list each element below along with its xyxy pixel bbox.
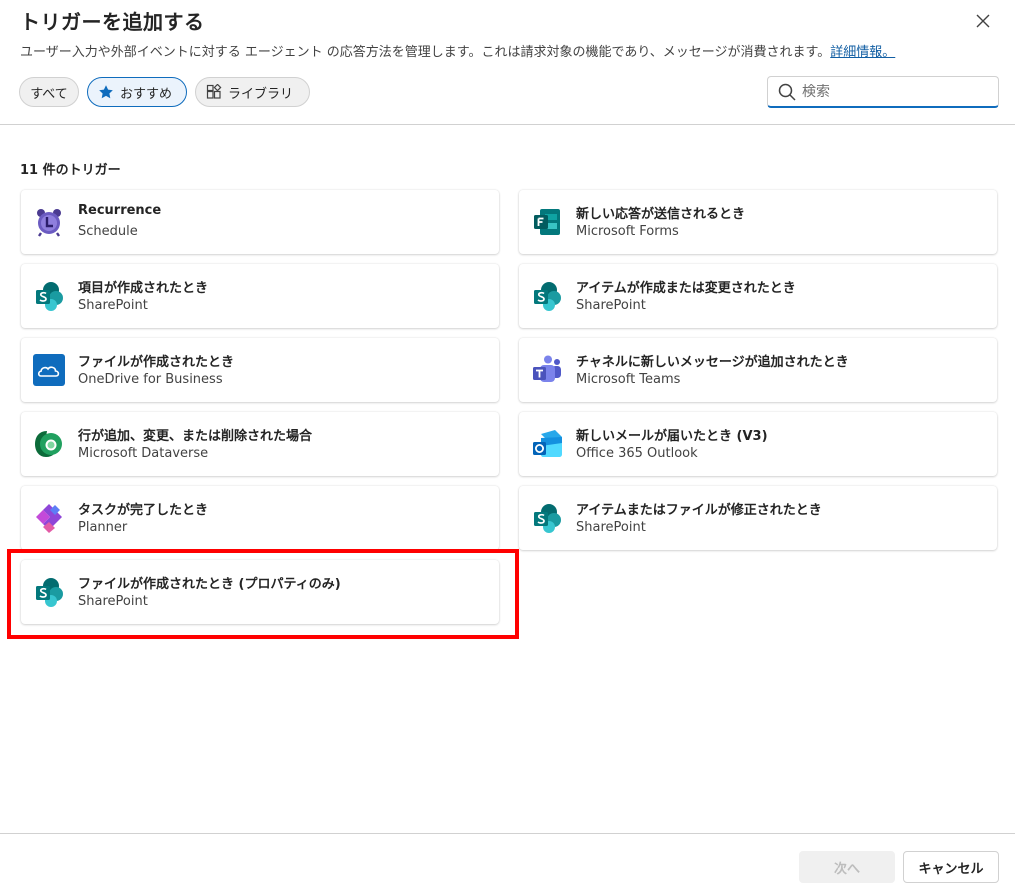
dataverse-icon bbox=[35, 431, 62, 457]
next-button[interactable]: 次へ bbox=[799, 851, 895, 883]
outlook-icon bbox=[533, 430, 562, 457]
trigger-name: アイテムが作成または変更されたとき bbox=[576, 281, 796, 296]
header-divider bbox=[0, 124, 1015, 125]
filter-recommended-label: おすすめ bbox=[120, 86, 173, 102]
trigger-connector: Schedule bbox=[78, 224, 138, 239]
filter-all[interactable]: すべて bbox=[19, 77, 79, 107]
trigger-name: タスクが完了したとき bbox=[78, 503, 209, 518]
alarm-clock-icon bbox=[37, 209, 61, 237]
search-icon bbox=[778, 83, 796, 101]
trigger-count: 11 件のトリガー bbox=[20, 163, 121, 178]
sharepoint-icon bbox=[534, 282, 561, 311]
close-icon bbox=[976, 14, 990, 28]
star-icon bbox=[99, 85, 113, 99]
search-box[interactable] bbox=[767, 76, 999, 108]
trigger-name: 行が追加、変更、または削除された場合 bbox=[78, 429, 313, 444]
sharepoint-icon bbox=[36, 282, 63, 311]
trigger-card[interactable]: 項目が作成されたとき SharePoint bbox=[21, 264, 499, 328]
filter-all-label: すべて bbox=[30, 86, 68, 102]
trigger-card[interactable]: タスクが完了したとき Planner bbox=[21, 486, 499, 550]
page-title: トリガーを追加する bbox=[20, 10, 205, 34]
filter-library[interactable]: ライブラリ bbox=[195, 77, 310, 107]
trigger-connector: Planner bbox=[78, 520, 128, 535]
trigger-name: アイテムまたはファイルが修正されたとき bbox=[576, 503, 822, 518]
search-input[interactable] bbox=[802, 83, 992, 100]
onedrive-icon bbox=[33, 354, 65, 386]
trigger-connector: OneDrive for Business bbox=[78, 372, 223, 387]
trigger-connector: Microsoft Teams bbox=[576, 372, 681, 387]
trigger-card[interactable]: 行が追加、変更、または削除された場合 Microsoft Dataverse bbox=[21, 412, 499, 476]
trigger-name: Recurrence bbox=[78, 203, 162, 218]
trigger-name: 項目が作成されたとき bbox=[78, 281, 209, 296]
trigger-card[interactable]: ファイルが作成されたとき OneDrive for Business bbox=[21, 338, 499, 402]
cancel-button[interactable]: キャンセル bbox=[903, 851, 999, 883]
trigger-connector: Office 365 Outlook bbox=[576, 446, 698, 461]
trigger-name: 新しい応答が送信されるとき bbox=[576, 207, 746, 222]
highlight-box bbox=[7, 549, 519, 639]
filter-recommended[interactable]: おすすめ bbox=[87, 77, 187, 107]
trigger-name: チャネルに新しいメッセージが追加されたとき bbox=[576, 355, 849, 370]
trigger-name: ファイルが作成されたとき bbox=[78, 355, 235, 370]
learn-more-link[interactable]: 詳細情報。 bbox=[830, 45, 895, 60]
dialog-description: ユーザー入力や外部イベントに対する エージェント の応答方法を管理します。これは… bbox=[20, 41, 895, 60]
trigger-name: 新しいメールが届いたとき (V3) bbox=[576, 429, 768, 444]
filter-library-label: ライブラリ bbox=[228, 86, 294, 102]
close-button[interactable] bbox=[970, 8, 996, 34]
trigger-card[interactable]: アイテムが作成または変更されたとき SharePoint bbox=[519, 264, 997, 328]
library-icon bbox=[206, 84, 222, 99]
trigger-card[interactable]: 新しいメールが届いたとき (V3) Office 365 Outlook bbox=[519, 412, 997, 476]
teams-icon bbox=[533, 355, 561, 382]
trigger-connector: Microsoft Dataverse bbox=[78, 446, 209, 461]
trigger-card[interactable]: チャネルに新しいメッセージが追加されたとき Microsoft Teams bbox=[519, 338, 997, 402]
trigger-card[interactable]: 新しい応答が送信されるとき Microsoft Forms bbox=[519, 190, 997, 254]
planner-icon bbox=[36, 504, 62, 533]
footer-divider bbox=[0, 833, 1015, 834]
trigger-card[interactable]: アイテムまたはファイルが修正されたとき SharePoint bbox=[519, 486, 997, 550]
trigger-connector: SharePoint bbox=[576, 520, 646, 535]
trigger-connector: SharePoint bbox=[576, 298, 646, 313]
trigger-connector: SharePoint bbox=[78, 298, 148, 313]
sharepoint-icon bbox=[534, 504, 561, 533]
trigger-connector: Microsoft Forms bbox=[576, 224, 679, 239]
description-text: ユーザー入力や外部イベントに対する エージェント の応答方法を管理します。これは… bbox=[20, 45, 831, 60]
trigger-card[interactable]: Recurrence Schedule bbox=[21, 190, 499, 254]
forms-icon bbox=[534, 209, 560, 235]
